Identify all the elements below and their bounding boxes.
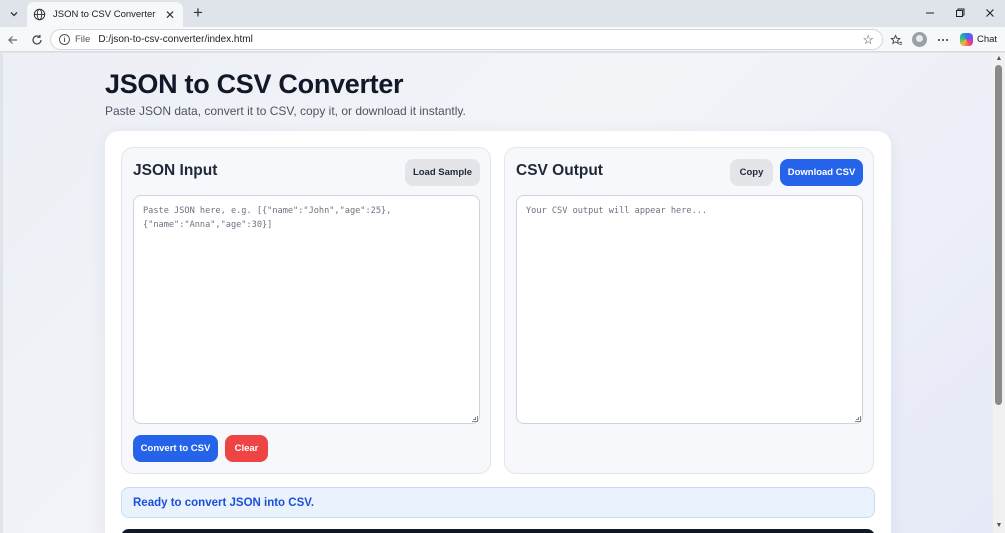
browser-tab[interactable]: JSON to CSV Converter ✕	[27, 2, 183, 27]
back-arrow-icon[interactable]	[4, 31, 22, 49]
url-field[interactable]: i File D:/json-to-csv-converter/index.ht…	[50, 29, 883, 50]
json-input-panel: JSON Input Load Sample Convert to CSV Cl…	[121, 147, 491, 474]
csv-output-title: CSV Output	[516, 162, 603, 179]
profile-avatar[interactable]	[912, 32, 927, 47]
json-input-textarea[interactable]	[133, 195, 480, 424]
page-subtitle: Paste JSON data, convert it to CSV, copy…	[105, 104, 466, 118]
tab-title: JSON to CSV Converter	[53, 9, 156, 20]
json-input-title: JSON Input	[133, 162, 218, 179]
tab-list-chevron-icon[interactable]	[4, 4, 24, 24]
globe-icon	[33, 8, 47, 22]
favorite-star-icon[interactable]: ☆	[862, 32, 874, 48]
clear-button[interactable]: Clear	[225, 435, 268, 462]
download-csv-button[interactable]: Download CSV	[780, 159, 863, 186]
reload-icon[interactable]	[28, 31, 46, 49]
converter-card: JSON Input Load Sample Convert to CSV Cl…	[105, 131, 891, 533]
status-message: Ready to convert JSON into CSV.	[121, 487, 875, 518]
tab-strip: JSON to CSV Converter ✕ +	[0, 0, 1005, 27]
copy-button[interactable]: Copy	[730, 159, 773, 186]
favorites-icon[interactable]	[887, 31, 905, 49]
address-bar: i File D:/json-to-csv-converter/index.ht…	[0, 27, 1005, 52]
load-sample-button[interactable]: Load Sample	[405, 159, 480, 186]
resize-grip-icon[interactable]	[855, 416, 861, 422]
scrollbar-thumb[interactable]	[995, 65, 1002, 405]
close-window-icon[interactable]	[978, 4, 1002, 22]
page-scrollbar[interactable]: ▲ ▼	[993, 53, 1005, 533]
csv-output-textarea[interactable]	[516, 195, 863, 424]
resize-grip-icon[interactable]	[472, 416, 478, 422]
footer-strip	[121, 529, 875, 533]
url-scheme: File	[75, 34, 91, 45]
csv-output-panel: CSV Output Copy Download CSV	[504, 147, 874, 474]
page-title: JSON to CSV Converter	[105, 69, 404, 99]
new-tab-plus-icon[interactable]: +	[189, 4, 207, 22]
scroll-up-arrow-icon[interactable]: ▲	[995, 55, 1003, 63]
copilot-icon	[960, 33, 973, 46]
convert-to-csv-button[interactable]: Convert to CSV	[133, 435, 218, 462]
url-text: D:/json-to-csv-converter/index.html	[98, 34, 253, 45]
minimize-icon[interactable]	[918, 4, 942, 22]
restore-icon[interactable]	[948, 4, 972, 22]
chat-label: Chat	[977, 34, 998, 45]
page-viewport: JSON to CSV Converter Paste JSON data, c…	[3, 53, 993, 533]
scroll-down-arrow-icon[interactable]: ▼	[995, 522, 1003, 530]
close-tab-icon[interactable]: ✕	[163, 8, 177, 22]
more-options-icon[interactable]	[934, 31, 952, 49]
info-icon[interactable]: i	[59, 34, 70, 45]
chat-button[interactable]: Chat	[956, 30, 1001, 49]
